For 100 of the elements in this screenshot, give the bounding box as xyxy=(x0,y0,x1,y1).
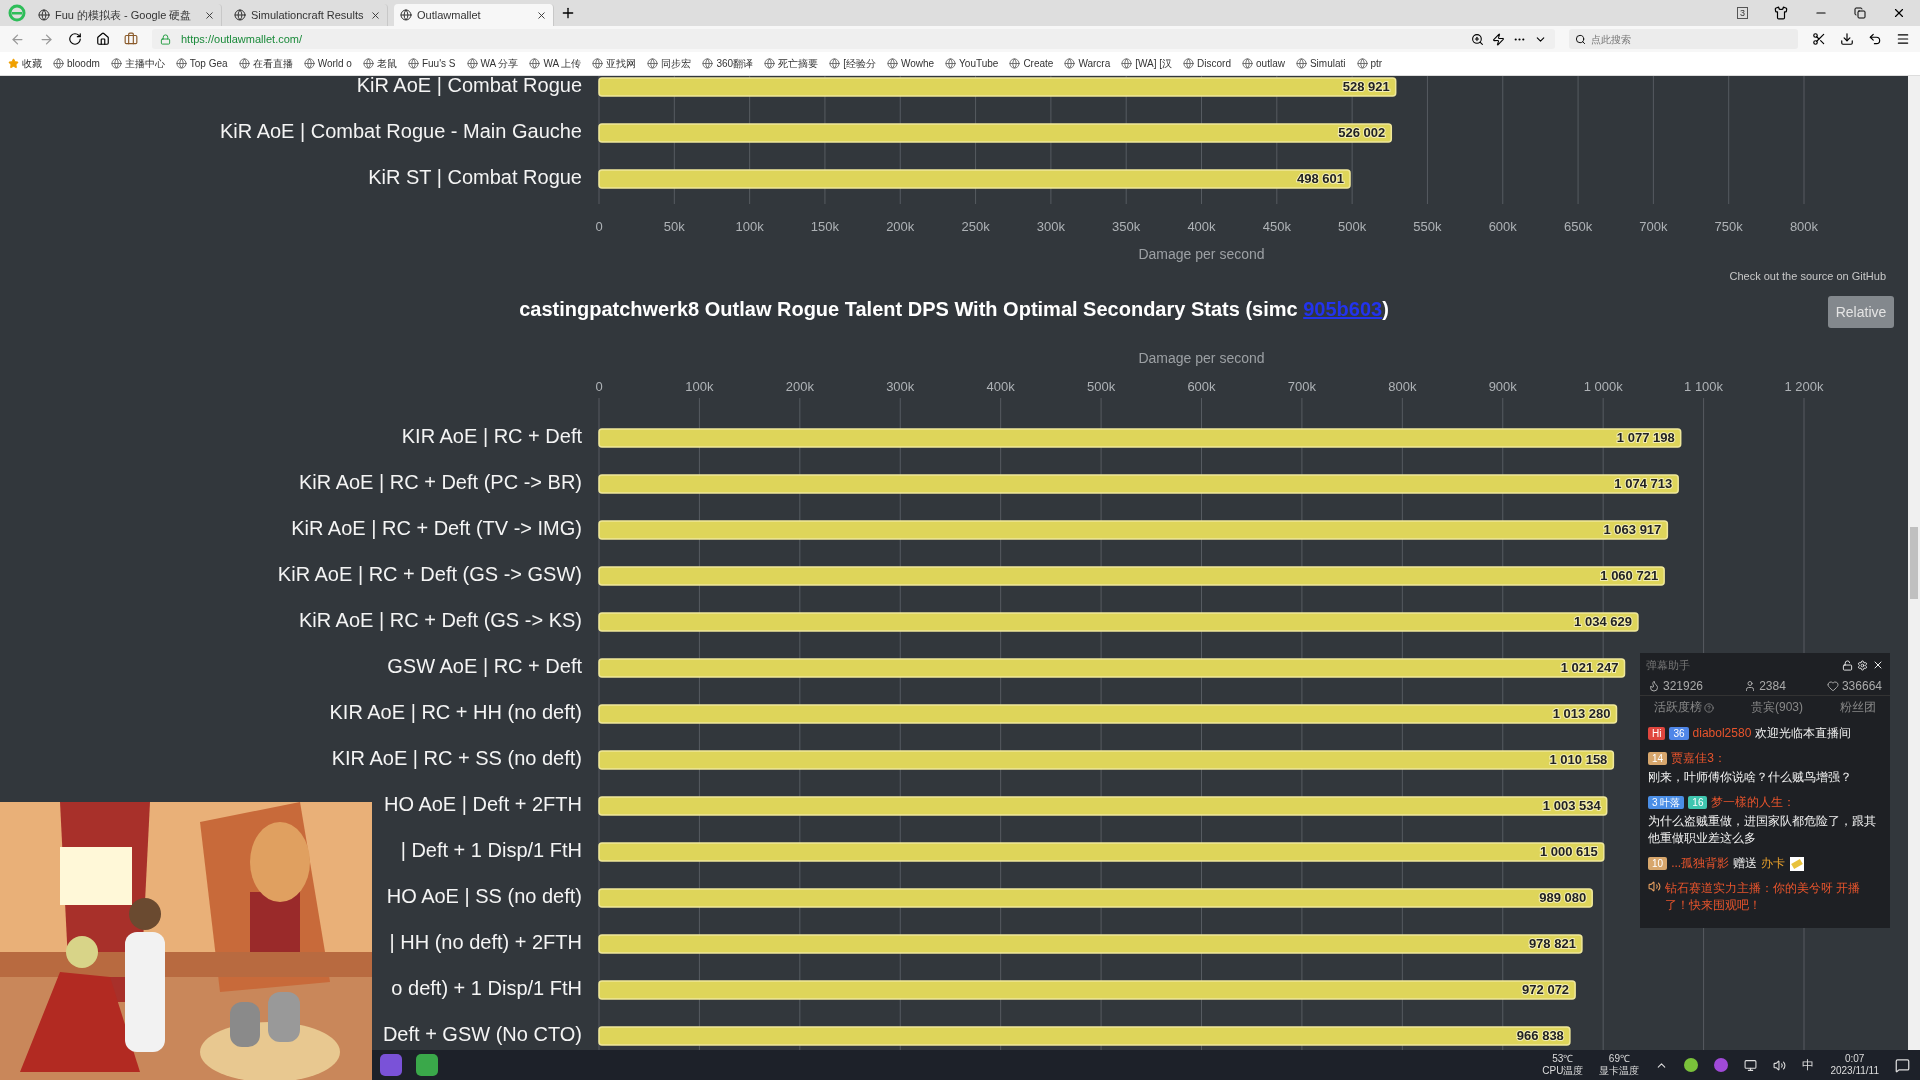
bookmark[interactable]: [WA] [汉 xyxy=(1121,56,1173,71)
close-icon[interactable] xyxy=(1872,659,1884,671)
bookmark[interactable]: 360翻译 xyxy=(702,56,754,71)
globe-icon xyxy=(53,58,64,69)
bookmark[interactable]: YouTube xyxy=(945,58,999,69)
user-name[interactable]: 梦一樣的人生： xyxy=(1711,794,1796,811)
back-icon[interactable] xyxy=(10,31,25,47)
value-label: 1 013 280 xyxy=(1552,706,1611,722)
app-icon[interactable] xyxy=(380,1054,402,1076)
settings-icon[interactable] xyxy=(1857,659,1868,671)
value-label: 978 821 xyxy=(1528,936,1576,952)
bookmark[interactable]: 同步宏 xyxy=(647,56,692,71)
globe-icon xyxy=(886,58,898,69)
chat-tab[interactable]: 活跃度榜 xyxy=(1654,699,1714,716)
close-icon[interactable] xyxy=(536,9,547,21)
search-field[interactable]: 点此搜索 xyxy=(1569,29,1798,49)
globe-icon xyxy=(407,58,419,69)
message-text: 刚来，叶师傅你说啥？什么贼鸟增强？ xyxy=(1648,770,1852,784)
bar-label: KiR AoE | RC + Deft (GS -> GSW) xyxy=(277,563,582,586)
zoom-icon[interactable] xyxy=(1471,32,1484,46)
bookmark[interactable]: 收藏 xyxy=(8,56,42,71)
bookmark[interactable]: ptr xyxy=(1356,58,1383,69)
new-tab-icon[interactable] xyxy=(560,5,576,21)
input-method[interactable]: 中 xyxy=(1802,1056,1815,1074)
help-icon[interactable] xyxy=(1704,702,1714,713)
download-icon[interactable] xyxy=(1840,32,1854,46)
chat-tab[interactable]: 粉丝团 xyxy=(1840,699,1876,716)
undo-icon[interactable] xyxy=(1868,32,1882,46)
axis-title: Damage per second xyxy=(1138,349,1265,366)
axis-tick-label: 400k xyxy=(1187,219,1216,235)
axis-tick-label: 300k xyxy=(1036,219,1065,235)
axis-tick-label: 50k xyxy=(663,219,685,235)
axis-tick-label: 200k xyxy=(785,379,814,395)
chat-tab[interactable]: 贵宾(903) xyxy=(1751,699,1803,716)
unlock-icon[interactable] xyxy=(1842,659,1853,671)
user-name[interactable]: 贾嘉佳3： xyxy=(1671,750,1726,767)
axis-title: Damage per second xyxy=(1138,245,1265,262)
bar-label: KiR ST | Combat Rogue xyxy=(368,166,582,189)
tab-count[interactable]: 3 xyxy=(1737,7,1748,19)
bookmark[interactable]: World o xyxy=(303,58,352,69)
bookmark[interactable]: WA 上传 xyxy=(529,56,582,71)
close-icon[interactable] xyxy=(1892,6,1906,20)
axis-tick-label: 600k xyxy=(1187,379,1216,395)
bar-label: o deft) + 1 Disp/1 FtH xyxy=(391,977,582,1000)
briefcase-icon[interactable] xyxy=(124,32,138,46)
shirt-icon[interactable] xyxy=(1774,6,1788,20)
source-link[interactable]: Check out the source on GitHub xyxy=(1729,270,1886,282)
value-label: 1 074 713 xyxy=(1614,476,1673,492)
bookmark[interactable]: Discord xyxy=(1183,58,1231,69)
bookmark[interactable]: Create xyxy=(1009,58,1054,69)
bar-label: HO AoE | Deft + 2FTH xyxy=(383,793,582,816)
home-icon[interactable] xyxy=(96,32,110,46)
message-text: 赠送 xyxy=(1733,855,1758,872)
forward-icon[interactable] xyxy=(39,31,54,47)
tray-app-icon[interactable] xyxy=(1684,1058,1699,1072)
notification-icon[interactable] xyxy=(1895,1057,1910,1073)
lightning-icon[interactable] xyxy=(1492,32,1505,46)
address-field[interactable]: https://outlawmallet.com/ xyxy=(179,32,1463,46)
bookmark[interactable]: [经验分 xyxy=(829,56,876,71)
bookmark[interactable]: WA 分享 xyxy=(466,56,519,71)
axis-tick-label: 600k xyxy=(1488,219,1517,235)
bookmark[interactable]: bloodm xyxy=(53,58,100,69)
user-name[interactable]: ...孤独背影 xyxy=(1671,855,1730,872)
scrollbar[interactable] xyxy=(1908,76,1920,1050)
scrollbar-thumb[interactable] xyxy=(1910,527,1918,599)
restore-icon[interactable] xyxy=(1854,7,1866,19)
user-badge: 3 叶落 xyxy=(1648,796,1685,809)
bookmark[interactable]: 主播中心 xyxy=(110,56,165,71)
reload-icon[interactable] xyxy=(68,32,82,46)
network-icon[interactable] xyxy=(1744,1058,1758,1072)
value-label: 1 060 721 xyxy=(1600,568,1659,584)
bookmark[interactable]: Simulati xyxy=(1295,58,1346,69)
browser-tab[interactable]: Outlawmallet xyxy=(394,4,554,26)
scissors-icon[interactable] xyxy=(1812,32,1826,46)
close-icon[interactable] xyxy=(204,9,215,21)
value-label: 1 034 629 xyxy=(1574,614,1632,630)
bookmark[interactable]: Fuu's S xyxy=(407,58,456,69)
volume-icon[interactable] xyxy=(1773,1058,1787,1072)
bookmark[interactable]: outlaw xyxy=(1242,58,1285,69)
clock[interactable]: 0:07 2023/11/11 xyxy=(1830,1053,1879,1077)
bookmark[interactable]: 在看直播 xyxy=(238,56,293,71)
menu-icon[interactable] xyxy=(1896,32,1910,46)
user-badge: 14 xyxy=(1648,752,1668,765)
address-bar[interactable]: https://outlawmallet.com/ xyxy=(152,29,1555,49)
browser-icon[interactable] xyxy=(416,1054,438,1076)
bar-label: KiR AoE | RC + Deft (PC -> BR) xyxy=(298,471,582,494)
globe-icon xyxy=(175,58,187,69)
user-badge: 10 xyxy=(1648,857,1668,870)
bookmark[interactable]: Warcra xyxy=(1064,58,1111,69)
user-name[interactable]: diabol2580 xyxy=(1692,725,1752,742)
bookmark[interactable]: 老鼠 xyxy=(362,56,397,71)
globe-icon xyxy=(1064,58,1076,69)
value-label: 526 002 xyxy=(1338,125,1386,141)
bookmark[interactable]: 亚找网 xyxy=(592,56,637,71)
bookmark[interactable]: Top Gea xyxy=(175,58,228,69)
tray-app-icon[interactable] xyxy=(1714,1058,1729,1072)
bookmark[interactable]: 死亡摘要 xyxy=(764,56,819,71)
globe-icon xyxy=(238,58,250,69)
bookmark[interactable]: Wowhe xyxy=(886,58,935,69)
close-icon[interactable] xyxy=(370,9,381,21)
